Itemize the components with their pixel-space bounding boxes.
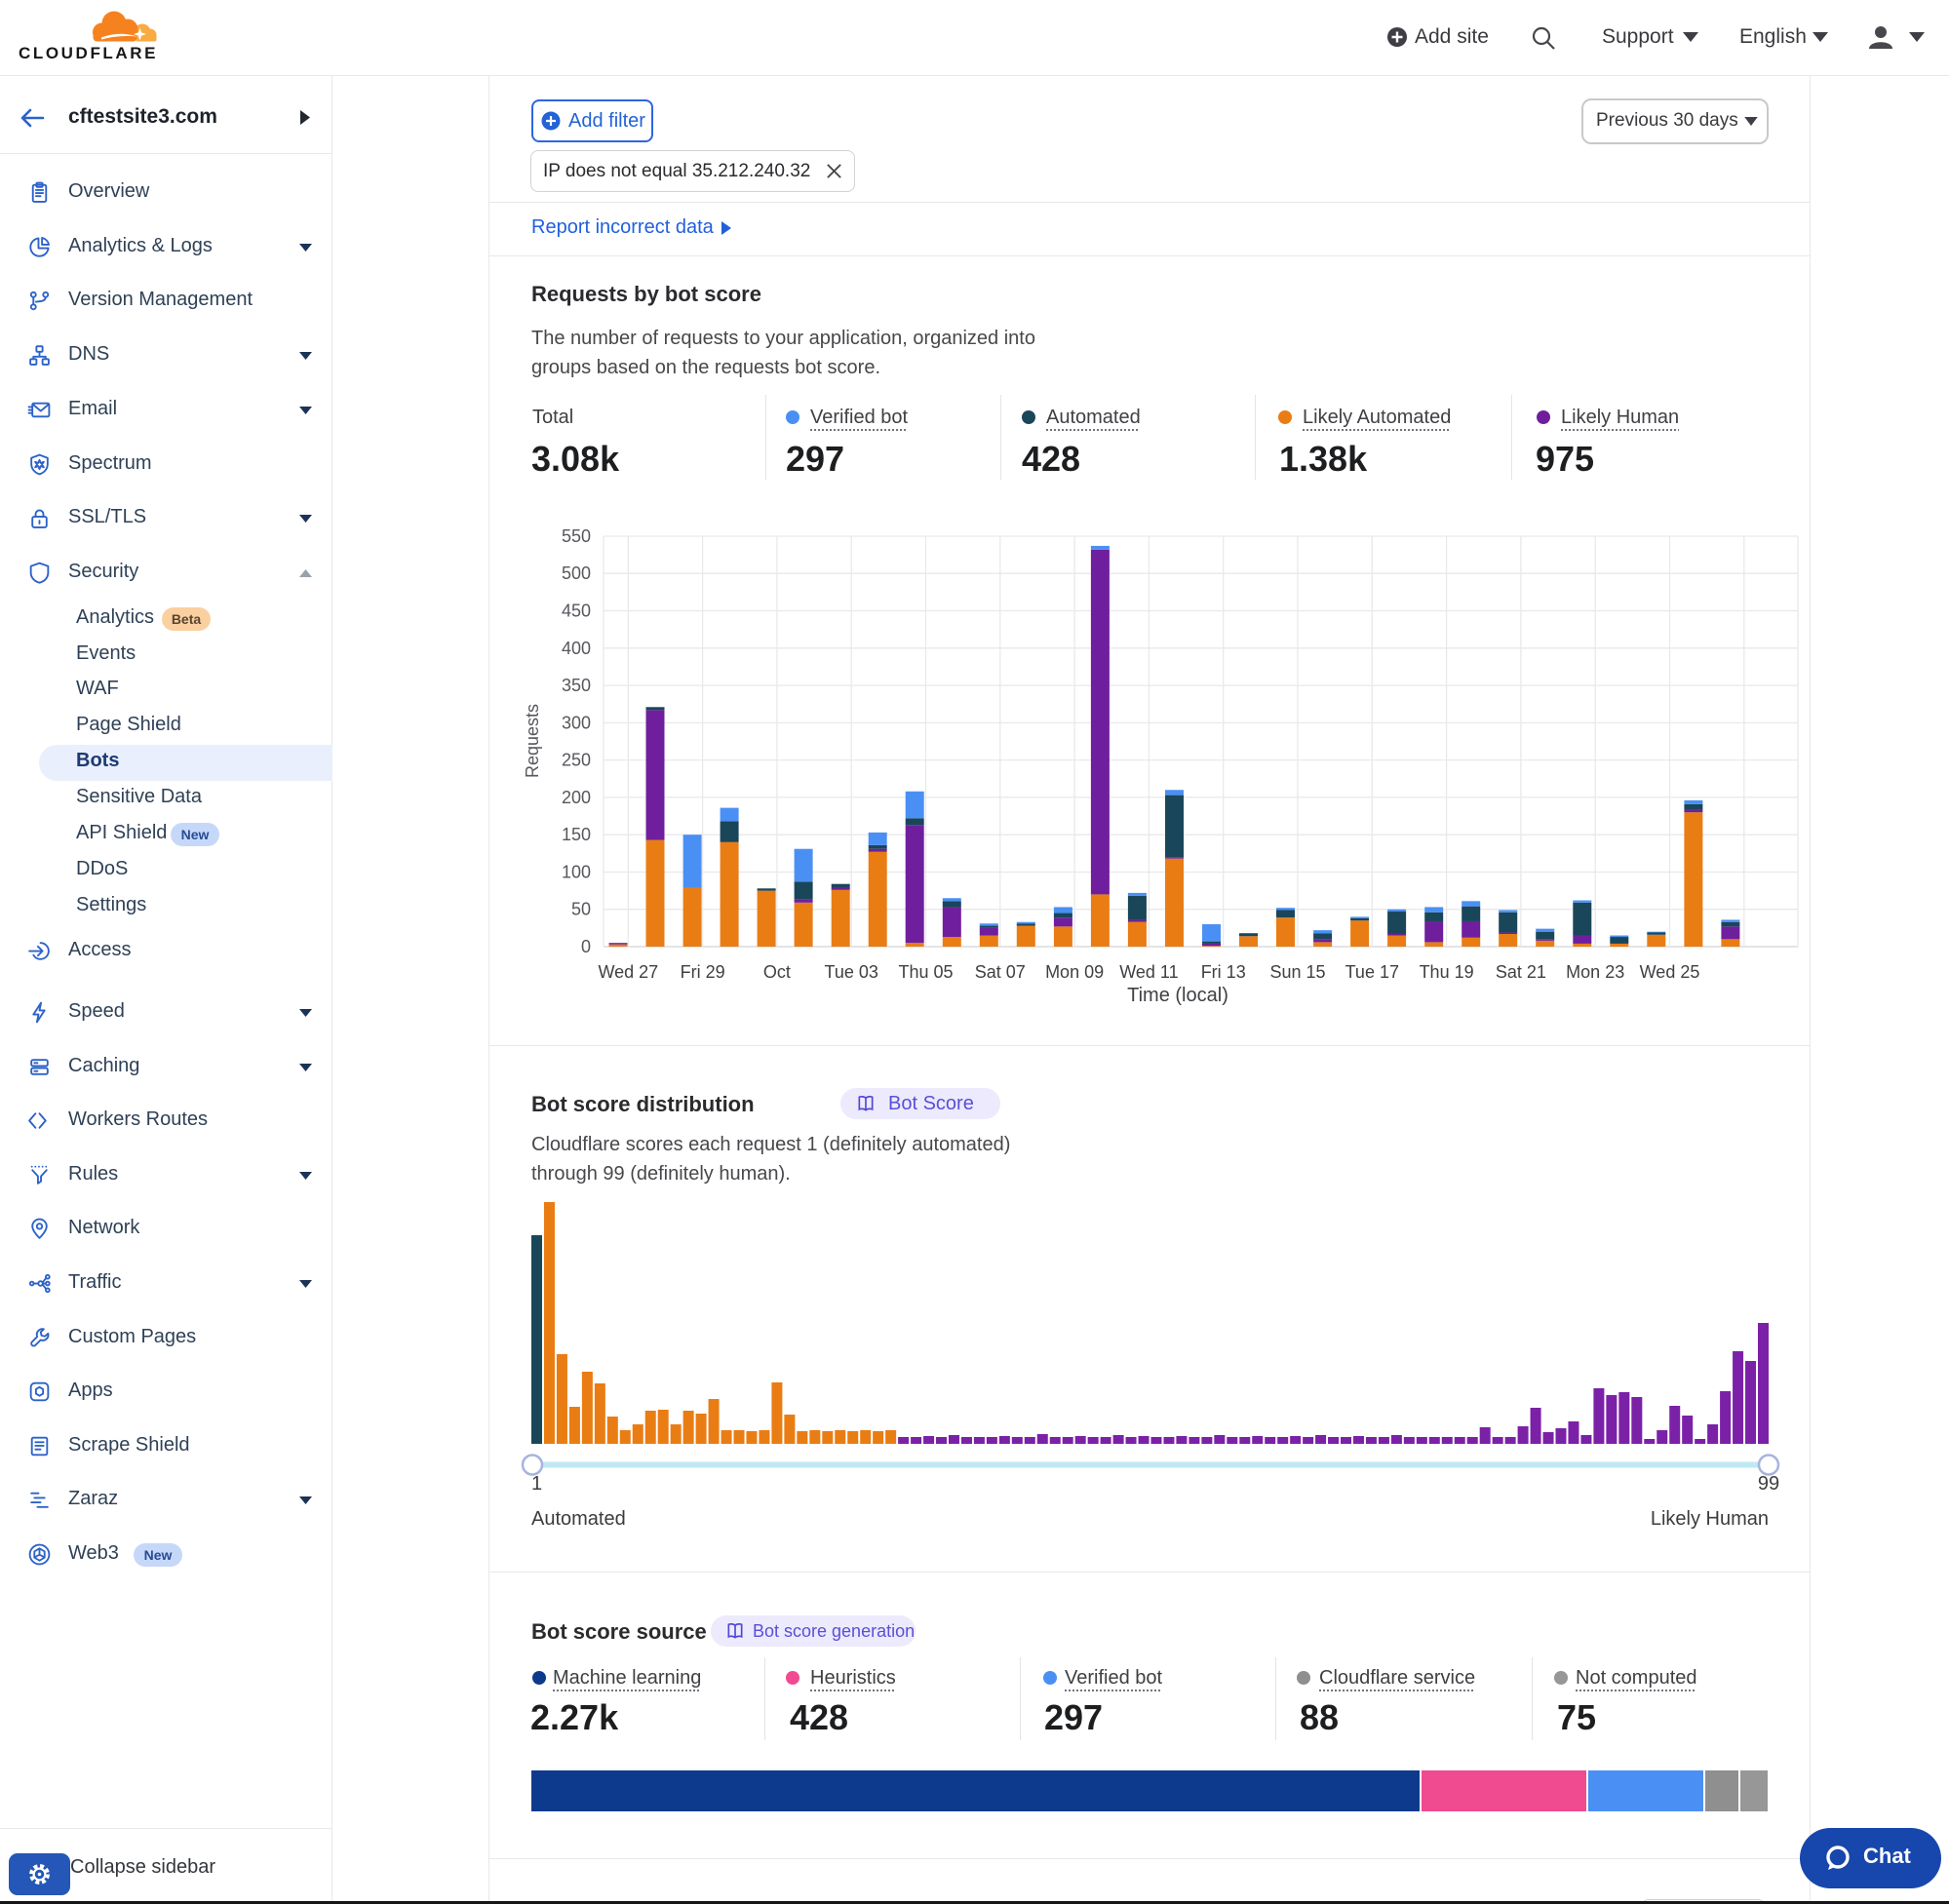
svg-text:Likely Human: Likely Human — [1651, 1508, 1769, 1530]
svg-text:99: 99 — [1758, 1473, 1779, 1495]
svg-text:Automated: Automated — [531, 1508, 626, 1530]
svg-text:1: 1 — [531, 1473, 542, 1495]
